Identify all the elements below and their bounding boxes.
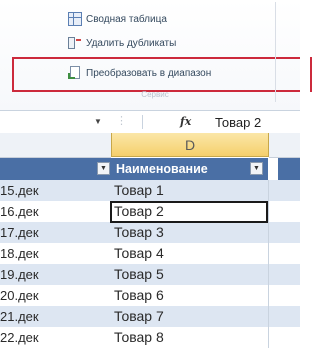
- name-cell[interactable]: Товар 1: [114, 180, 264, 201]
- name-cell[interactable]: Товар 5: [114, 264, 264, 285]
- column-divider: [268, 243, 269, 264]
- table-body: 15.дек Товар 1 16.дек Товар 2 17.дек Тов…: [0, 180, 310, 348]
- column-divider: [268, 264, 269, 285]
- screenshot-edge: [300, 0, 310, 351]
- table-row[interactable]: 20.дек Товар 6: [0, 285, 310, 306]
- column-divider: [268, 180, 269, 201]
- formula-bar-input[interactable]: Товар 2: [215, 115, 261, 130]
- table-header-next-cell: [268, 158, 278, 180]
- date-cell[interactable]: 15.дек: [0, 180, 111, 201]
- formula-cancel-icon[interactable]: ⋮: [116, 114, 128, 128]
- name-cell[interactable]: Товар 2: [114, 201, 264, 222]
- table-row[interactable]: 21.дек Товар 7: [0, 306, 310, 327]
- table-row[interactable]: 17.дек Товар 3: [0, 222, 310, 243]
- highlight-annotation-box: [12, 57, 312, 92]
- table-row[interactable]: 22.дек Товар 8: [0, 327, 310, 348]
- name-cell[interactable]: Товар 8: [114, 327, 264, 348]
- date-cell[interactable]: 22.дек: [0, 327, 111, 348]
- date-cell[interactable]: 16.дек: [0, 201, 111, 222]
- name-cell[interactable]: Товар 6: [114, 285, 264, 306]
- column-divider: [268, 285, 269, 306]
- column-divider: [268, 222, 269, 243]
- table-row[interactable]: 16.дек Товар 2: [0, 201, 310, 222]
- name-cell[interactable]: Товар 4: [114, 243, 264, 264]
- date-cell[interactable]: 19.дек: [0, 264, 111, 285]
- remove-duplicates-label: Удалить дубликаты: [86, 37, 177, 49]
- date-cell[interactable]: 21.дек: [0, 306, 111, 327]
- column-divider: [268, 327, 269, 348]
- table-header-row: ▼ Наименование ▼: [0, 158, 310, 180]
- name-cell[interactable]: Товар 3: [114, 222, 264, 243]
- date-cell[interactable]: 18.дек: [0, 243, 111, 264]
- column-header-d[interactable]: D: [111, 133, 269, 157]
- date-cell[interactable]: 17.дек: [0, 222, 111, 243]
- remove-duplicates-command[interactable]: Удалить дубликаты: [68, 33, 176, 53]
- insert-function-icon[interactable]: fx: [180, 115, 191, 128]
- ribbon-tools-group: Сводная таблица Удалить дубликаты Преобр…: [0, 0, 312, 112]
- column-header-c[interactable]: [0, 133, 111, 158]
- pivot-table-icon: [68, 12, 82, 26]
- table-row[interactable]: 18.дек Товар 4: [0, 243, 310, 264]
- column-divider: [268, 201, 269, 222]
- date-cell[interactable]: 20.дек: [0, 285, 111, 306]
- formula-bar: ▼ ⋮ fx Товар 2: [0, 110, 310, 134]
- remove-duplicates-icon: [68, 36, 82, 50]
- pivot-table-command[interactable]: Сводная таблица: [68, 9, 167, 29]
- name-filter-dropdown-icon[interactable]: ▼: [250, 162, 263, 175]
- date-filter-dropdown-icon[interactable]: ▼: [97, 162, 110, 175]
- pivot-table-label: Сводная таблица: [86, 13, 167, 25]
- table-row[interactable]: 19.дек Товар 5: [0, 264, 310, 285]
- ribbon-separator: [275, 2, 276, 102]
- formula-bar-separator: [142, 115, 143, 129]
- name-box-dropdown-icon[interactable]: ▼: [94, 117, 102, 126]
- table-row[interactable]: 15.дек Товар 1: [0, 180, 310, 201]
- ribbon-group-label: Сервис: [141, 90, 169, 99]
- column-divider: [268, 306, 269, 327]
- table-header-name: Наименование: [116, 162, 208, 176]
- name-cell[interactable]: Товар 7: [114, 306, 264, 327]
